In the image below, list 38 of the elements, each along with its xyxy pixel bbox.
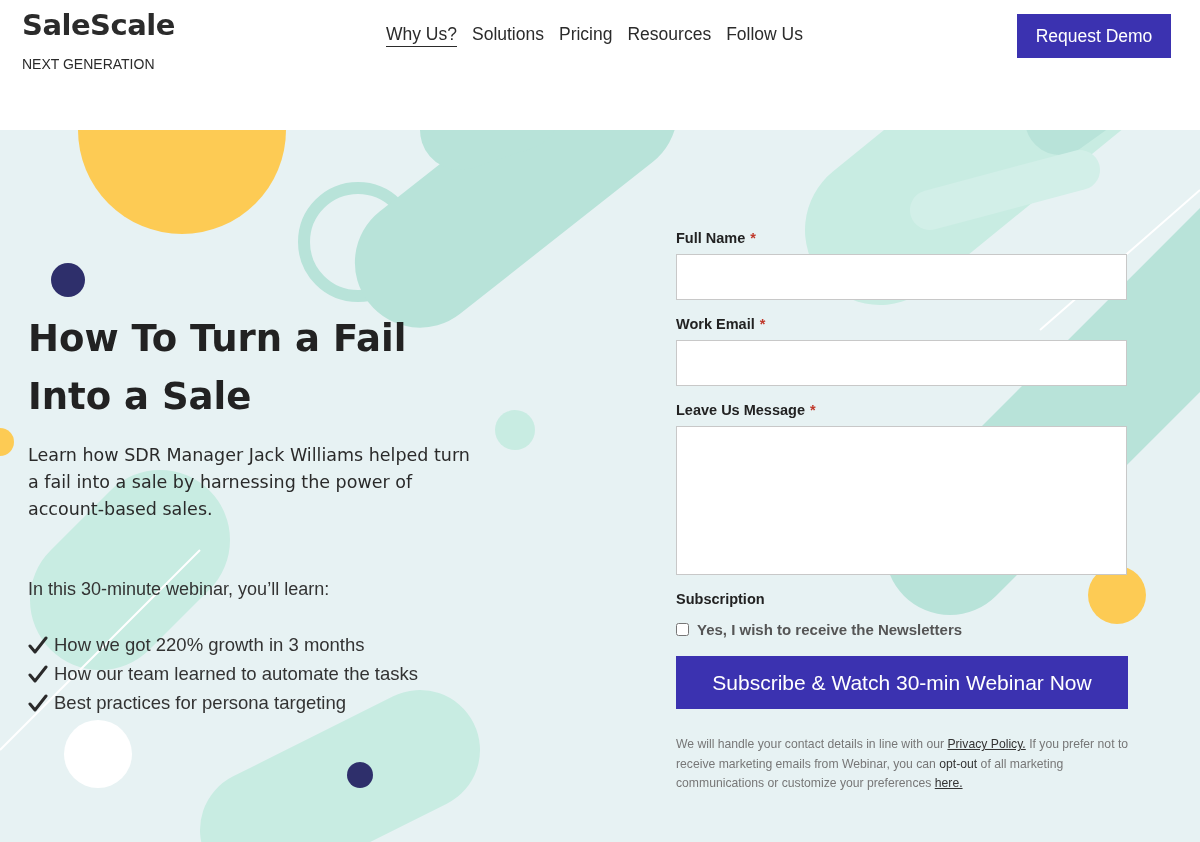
decorative-circle [1088, 566, 1146, 624]
field-label: Full Name [676, 230, 746, 246]
brand-tagline: NEXT GENERATION [22, 56, 156, 72]
check-icon [28, 692, 48, 713]
required-mark: * [809, 402, 816, 418]
decorative-circle [64, 720, 132, 788]
required-mark: * [759, 316, 766, 332]
webinar-lead: In this 30-minute webinar, you’ll learn: [28, 579, 331, 600]
subscription-heading: Subscription [676, 591, 766, 607]
decorative-dot [51, 263, 85, 297]
message-field[interactable] [676, 426, 1127, 575]
hero-title: How To Turn a Fail Into a Sale [28, 316, 408, 420]
notice-link[interactable]: here. [934, 776, 963, 790]
benefit-text: How we got 220% growth in 3 months [54, 633, 365, 656]
newsletter-label: Yes, I wish to receive the Newsletters [697, 621, 963, 638]
benefit-text: Best practices for persona targeting [54, 691, 347, 714]
notice-link[interactable]: Privacy Policy. [947, 737, 1026, 751]
nav-link[interactable]: Pricing [559, 24, 613, 47]
subscribe-button[interactable]: Subscribe & Watch 30-min Webinar Now [676, 656, 1128, 709]
input-field[interactable] [676, 340, 1127, 386]
nav-link[interactable]: Resources [627, 24, 712, 47]
field-label: Leave Us Message [676, 402, 805, 418]
input-field[interactable] [676, 254, 1127, 300]
check-icon [28, 634, 48, 655]
brand-logo[interactable]: SaleScale [22, 8, 352, 42]
benefit-text: How our team learned to automate the tasks [54, 662, 419, 685]
privacy-notice: We will handle your contact details in line with our Privacy Policy. If you prefer not to receive marketing emails from Webinar, you can opt-out of all marketing communications or customize your preferences here. [676, 736, 1130, 792]
required-mark: * [750, 230, 756, 246]
newsletter-checkbox[interactable] [676, 623, 689, 636]
field-label: Work Email [676, 316, 755, 332]
decorative-circle [495, 410, 535, 450]
hero-intro: Learn how SDR Manager Jack Williams helped turn a fail into a sale by harnessing the power of account-based sales. [28, 444, 471, 521]
check-icon [28, 663, 48, 684]
nav-link[interactable]: Solutions [472, 24, 544, 47]
request-demo-button[interactable]: Request Demo [1017, 14, 1171, 58]
nav-link[interactable]: Follow Us [726, 24, 803, 47]
decorative-dot [347, 762, 373, 788]
nav-link[interactable]: Why Us? [386, 24, 457, 47]
